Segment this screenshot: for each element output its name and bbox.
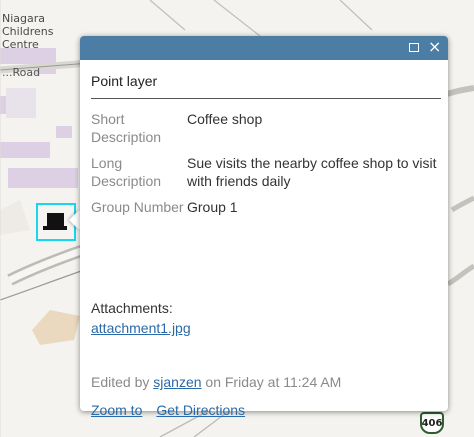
popup-actions: Zoom to Get Directions [91, 402, 259, 418]
attribute-table: Short Description Coffee shop Long Descr… [91, 110, 441, 224]
attribute-value: Group 1 [187, 199, 238, 215]
attribute-value: Sue visits the nearby coffee shop to vis… [187, 155, 437, 189]
map-label-line-1: Niagara [2, 12, 46, 25]
highway-406-shield: 406 [420, 412, 444, 434]
layer-title: Point layer [91, 73, 158, 89]
edited-suffix: on Friday at 11:24 AM [201, 374, 342, 390]
attribute-name: Long Description [91, 155, 162, 189]
edited-prefix: Edited by [91, 374, 154, 390]
attachment-link[interactable]: attachment1.jpg [91, 320, 191, 336]
map-label-line-3: Centre [2, 38, 39, 51]
attribute-value: Coffee shop [187, 111, 263, 127]
point-marker-icon [43, 213, 67, 230]
selected-point-marker[interactable] [36, 203, 76, 241]
attribute-row: Short Description Coffee shop [91, 110, 441, 154]
layer-title-divider [91, 98, 441, 99]
edited-user-link[interactable]: sjanzen [153, 374, 201, 390]
attribute-row: Long Description Sue visits the nearby c… [91, 154, 441, 198]
zoom-to-link[interactable]: Zoom to [91, 402, 142, 418]
attribute-name: Group Number [91, 199, 184, 215]
close-icon[interactable]: × [428, 39, 441, 55]
maximize-icon[interactable] [409, 43, 419, 52]
map-label-line-2: Childrens [2, 25, 54, 38]
popup-titlebar: × [80, 36, 448, 60]
attachments-label: Attachments: [91, 300, 173, 316]
feature-popup: × Point layer Short Description Coffee s… [80, 36, 448, 418]
edited-by-line: Edited by sjanzen on Friday at 11:24 AM [91, 374, 341, 390]
attribute-name: Short Description [91, 111, 162, 145]
map-road-label: ...Road [2, 66, 41, 79]
map-label-niagara-childrens-centre: Niagara Childrens Centre [2, 12, 54, 51]
get-directions-link[interactable]: Get Directions [156, 402, 245, 418]
attribute-row: Group Number Group 1 [91, 198, 441, 224]
